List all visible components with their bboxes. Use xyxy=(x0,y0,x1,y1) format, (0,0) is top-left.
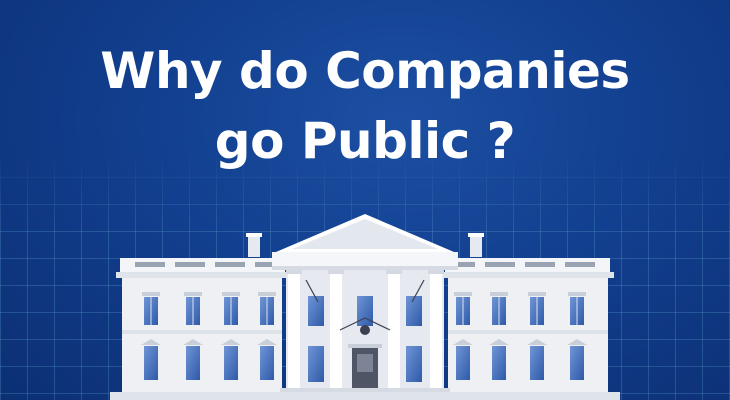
entablature xyxy=(272,252,458,266)
right-wing-wall xyxy=(448,278,608,400)
white-house-illustration xyxy=(110,214,620,400)
lantern-icon xyxy=(360,325,370,335)
left-wing-wall xyxy=(122,278,282,400)
chimney-left xyxy=(248,235,260,257)
hero-banner: Why do Companies go Public ? xyxy=(0,0,730,400)
chimney-right xyxy=(470,235,482,257)
